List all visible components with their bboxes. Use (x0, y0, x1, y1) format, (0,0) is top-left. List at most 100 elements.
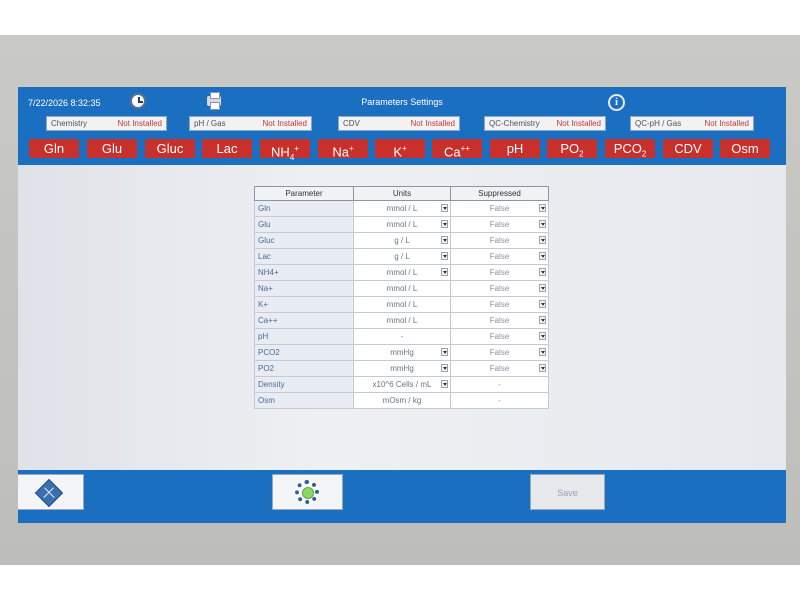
analyte-superscript: + (294, 144, 299, 153)
table-row: Lac g / L False (254, 248, 549, 265)
analyte-button-naplus[interactable]: Na+ (318, 139, 368, 159)
chevron-down-icon[interactable] (441, 348, 448, 356)
chevron-down-icon[interactable] (441, 268, 448, 276)
chevron-down-icon[interactable] (539, 236, 546, 244)
analyte-button-kplus[interactable]: K+ (375, 139, 425, 159)
chevron-down-icon[interactable] (539, 252, 546, 260)
module-ph-gas[interactable]: pH / Gas Not Installed (189, 116, 312, 131)
units-value: - (353, 328, 451, 345)
save-button-label: Save (557, 488, 578, 498)
units-text: mmol / L (386, 204, 418, 213)
units-value: mmol / L (353, 296, 451, 313)
analyte-button-ph[interactable]: pH (490, 139, 540, 158)
chevron-down-icon[interactable] (539, 204, 546, 212)
analyte-button-pco2[interactable]: PCO2 (605, 139, 655, 159)
analyte-button-caplus[interactable]: Ca++ (432, 139, 482, 159)
settings-button[interactable] (272, 474, 343, 510)
footer-bar: Save (18, 470, 786, 523)
units-select[interactable]: mmol / L (353, 264, 451, 281)
analyte-button-osm[interactable]: Osm (720, 139, 770, 158)
units-select[interactable]: g / L (353, 248, 451, 265)
suppressed-select[interactable]: False (450, 232, 549, 249)
suppressed-select[interactable]: False (450, 200, 549, 217)
chevron-down-icon[interactable] (539, 348, 546, 356)
suppressed-text: False (489, 348, 510, 357)
chevron-down-icon[interactable] (539, 284, 546, 292)
units-select[interactable]: g / L (353, 232, 451, 249)
analyte-button-po2[interactable]: PO2 (547, 139, 597, 159)
table-row: PO2 mmHg False (254, 360, 549, 377)
suppressed-select[interactable]: False (450, 312, 549, 329)
module-chemistry[interactable]: Chemistry Not Installed (46, 116, 167, 131)
parameter-name: Na+ (254, 280, 354, 297)
suppressed-text: False (489, 268, 510, 277)
chevron-down-icon[interactable] (441, 220, 448, 228)
suppressed-select[interactable]: False (450, 216, 549, 233)
analyte-button-lac[interactable]: Lac (202, 139, 252, 158)
suppressed-value: - (450, 376, 549, 393)
suppressed-select[interactable]: False (450, 328, 549, 345)
gear-icon (295, 480, 319, 504)
units-select[interactable]: mmHg (353, 360, 451, 377)
parameter-name: Gluc (254, 232, 354, 249)
analyte-button-gln[interactable]: Gln (29, 139, 79, 158)
module-status: Not Installed (556, 119, 601, 128)
parameter-name: PCO2 (254, 344, 354, 361)
chevron-down-icon[interactable] (441, 364, 448, 372)
suppressed-text: False (489, 236, 510, 245)
suppressed-select[interactable]: False (450, 248, 549, 265)
suppressed-text: False (489, 204, 510, 213)
module-status: Not Installed (704, 119, 749, 128)
table-row: Density x10^6 Cells / mL - (254, 376, 549, 393)
chevron-down-icon[interactable] (539, 220, 546, 228)
suppressed-select[interactable]: False (450, 296, 549, 313)
units-text: x10^6 Cells / mL (372, 380, 432, 389)
analyte-button-cdv[interactable]: CDV (663, 139, 713, 158)
analyte-button-nh4plus[interactable]: NH4+ (260, 139, 310, 162)
units-value: mOsm / kg (353, 392, 451, 409)
save-button[interactable]: Save (530, 474, 605, 510)
chevron-down-icon[interactable] (539, 300, 546, 308)
chevron-down-icon[interactable] (441, 252, 448, 260)
parameter-name: Osm (254, 392, 354, 409)
chevron-down-icon[interactable] (539, 268, 546, 276)
analyte-button-gluc[interactable]: Gluc (145, 139, 195, 158)
parameter-name: Glu (254, 216, 354, 233)
units-select[interactable]: mmHg (353, 344, 451, 361)
table-row: Gluc g / L False (254, 232, 549, 249)
suppressed-select[interactable]: False (450, 280, 549, 297)
suppressed-select[interactable]: False (450, 360, 549, 377)
chevron-down-icon[interactable] (539, 316, 546, 324)
units-select[interactable]: mmol / L (353, 200, 451, 217)
suppressed-select[interactable]: False (450, 344, 549, 361)
analyte-label: Glu (101, 141, 123, 156)
home-button[interactable] (18, 474, 84, 510)
chevron-down-icon[interactable] (539, 364, 546, 372)
chevron-down-icon[interactable] (539, 332, 546, 340)
units-text: g / L (394, 252, 410, 261)
table-row: Na+ mmol / L False (254, 280, 549, 297)
table-row: Ca++ mmol / L False (254, 312, 549, 329)
suppressed-text: False (489, 220, 510, 229)
table-header-row: Parameter Units Suppressed (254, 186, 549, 201)
chevron-down-icon[interactable] (441, 236, 448, 244)
network-grid-icon (34, 478, 64, 508)
parameter-name: Gln (254, 200, 354, 217)
module-cdv[interactable]: CDV Not Installed (338, 116, 460, 131)
table-row: Gln mmol / L False (254, 200, 549, 217)
analyte-label: PCO (613, 141, 642, 156)
suppressed-value: - (450, 392, 549, 409)
analyte-button-glu[interactable]: Glu (87, 139, 137, 158)
analyte-superscript: + (402, 144, 407, 153)
module-qc-chemistry[interactable]: QC-Chemistry Not Installed (484, 116, 606, 131)
info-icon[interactable]: i (608, 94, 625, 111)
suppressed-select[interactable]: False (450, 264, 549, 281)
analyte-subscript: 4 (289, 152, 295, 162)
module-qc-ph-gas[interactable]: QC-pH / Gas Not Installed (630, 116, 754, 131)
suppressed-text: - (498, 396, 501, 405)
chevron-down-icon[interactable] (441, 204, 448, 212)
chevron-down-icon[interactable] (441, 380, 448, 388)
units-select[interactable]: x10^6 Cells / mL (353, 376, 451, 393)
suppressed-text: - (498, 380, 501, 389)
units-select[interactable]: mmol / L (353, 216, 451, 233)
